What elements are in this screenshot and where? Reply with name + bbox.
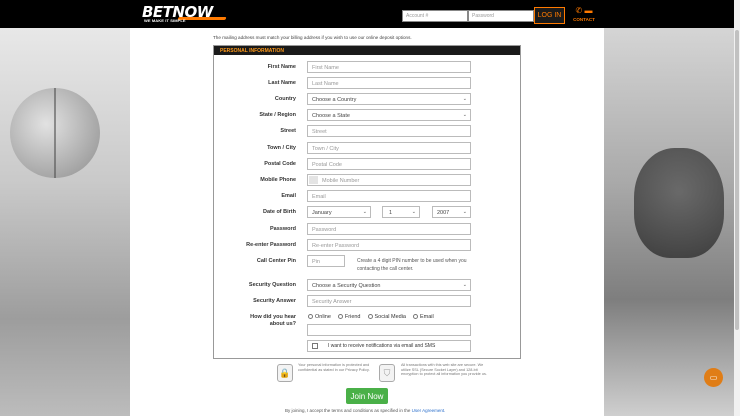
street-input[interactable]: Street bbox=[307, 125, 471, 137]
chevron-down-icon: ⌄ bbox=[362, 209, 367, 215]
state-select[interactable]: Choose a State ⌄ bbox=[307, 109, 471, 121]
basketball-image bbox=[10, 88, 100, 178]
first-name-label: First Name bbox=[267, 64, 296, 70]
last-name-label: Last Name bbox=[268, 80, 296, 86]
account-number-input[interactable]: Account # bbox=[402, 10, 468, 22]
state-label: State / Region bbox=[259, 112, 296, 118]
pin-help-text: Create a 4 digit PIN number to be used w… bbox=[357, 258, 467, 272]
radio-label: Social Media bbox=[374, 314, 407, 320]
dob-year-value: 2007 bbox=[437, 210, 450, 216]
reenter-password-label: Re-enter Password bbox=[246, 242, 296, 248]
radio-circle bbox=[308, 314, 313, 320]
country-flag-selector[interactable] bbox=[309, 176, 318, 184]
country-label: Country bbox=[274, 96, 296, 102]
password-field[interactable]: Password bbox=[307, 223, 471, 235]
terms-text: By joining, I accept the terms and condi… bbox=[285, 408, 445, 413]
security-question-label: Security Question bbox=[248, 282, 296, 288]
live-chat-button[interactable]: ▭ bbox=[704, 368, 723, 387]
mobile-placeholder: Mobile Number bbox=[322, 178, 360, 184]
postal-code-input[interactable]: Postal Code bbox=[307, 158, 471, 170]
brand-tagline: WE MAKE IT SIMPLE bbox=[144, 18, 186, 23]
address-notice: The mailing address must match your bill… bbox=[213, 35, 412, 40]
pin-input[interactable]: Pin bbox=[307, 255, 345, 267]
security-answer-input[interactable]: Security Answer bbox=[307, 295, 471, 307]
first-name-input[interactable]: First Name bbox=[307, 61, 471, 73]
chat-icon: ▬ bbox=[584, 6, 593, 15]
contact-button[interactable]: ✆ ▬ CONTACT bbox=[571, 6, 597, 26]
football-player-image bbox=[634, 148, 724, 258]
lock-icon: 🔒 bbox=[277, 364, 293, 382]
radio-circle bbox=[337, 314, 343, 320]
country-value: Choose a Country bbox=[312, 97, 357, 103]
page-scrollbar[interactable] bbox=[734, 0, 740, 416]
mobile-phone-input[interactable]: Mobile Number bbox=[307, 174, 471, 186]
chevron-down-icon: ⌄ bbox=[462, 209, 467, 215]
top-navigation-bar: BETNOW WE MAKE IT SIMPLE Account # Passw… bbox=[0, 0, 740, 28]
join-now-button[interactable]: Join Now bbox=[346, 388, 388, 404]
chevron-down-icon: ⌄ bbox=[462, 112, 467, 118]
radio-social-media[interactable]: Social Media bbox=[367, 314, 407, 320]
contact-label: CONTACT bbox=[573, 17, 595, 22]
pin-label: Call Center Pin bbox=[256, 258, 296, 264]
dob-month-value: January bbox=[312, 210, 332, 216]
hear-about-options: Online Friend Social Media Email bbox=[308, 314, 434, 320]
radio-email[interactable]: Email bbox=[413, 314, 434, 320]
country-select[interactable]: Choose a Country ⌄ bbox=[307, 93, 471, 105]
right-background-image bbox=[604, 28, 740, 416]
notifications-row[interactable]: I want to receive notifications via emai… bbox=[307, 340, 471, 352]
radio-friend[interactable]: Friend bbox=[337, 314, 361, 320]
radio-circle bbox=[413, 314, 418, 320]
ssl-note: All transactions with this web site are … bbox=[401, 363, 487, 377]
reenter-password-field[interactable]: Re-enter Password bbox=[307, 239, 471, 251]
notifications-checkbox[interactable] bbox=[312, 343, 318, 349]
security-question-value: Choose a Security Question bbox=[312, 283, 381, 289]
dob-label: Date of Birth bbox=[263, 209, 296, 215]
hear-about-details-input[interactable] bbox=[307, 324, 471, 336]
phone-icon: ✆ bbox=[575, 6, 583, 15]
security-question-select[interactable]: Choose a Security Question ⌄ bbox=[307, 279, 471, 291]
user-agreement-link[interactable]: User Agreement. bbox=[412, 408, 446, 413]
betnow-logo[interactable]: BETNOW WE MAKE IT SIMPLE bbox=[142, 3, 227, 25]
scrollbar-thumb[interactable] bbox=[735, 30, 739, 330]
hear-about-label-1: How did you hear bbox=[250, 314, 296, 320]
chat-icon: ▭ bbox=[709, 373, 718, 382]
state-value: Choose a State bbox=[312, 113, 350, 119]
email-label: Email bbox=[281, 193, 296, 199]
radio-label: Friend bbox=[344, 314, 361, 320]
password-input[interactable]: Password bbox=[468, 10, 534, 22]
radio-circle bbox=[367, 314, 373, 320]
mobile-phone-label: Mobile Phone bbox=[260, 177, 296, 183]
security-answer-label: Security Answer bbox=[253, 298, 296, 304]
notifications-label: I want to receive notifications via emai… bbox=[328, 343, 436, 349]
town-input[interactable]: Town / City bbox=[307, 142, 471, 154]
section-title: PERSONAL INFORMATION bbox=[214, 46, 520, 55]
dob-year-select[interactable]: 2007 ⌄ bbox=[432, 206, 471, 218]
postal-code-label: Postal Code bbox=[264, 161, 296, 167]
privacy-note: Your personal information is protected a… bbox=[298, 363, 370, 372]
terms-sentence: By joining, I accept the terms and condi… bbox=[285, 408, 411, 413]
last-name-input[interactable]: Last Name bbox=[307, 77, 471, 89]
radio-online[interactable]: Online bbox=[308, 314, 331, 320]
hear-about-label-2: about us? bbox=[269, 321, 296, 327]
login-button[interactable]: LOG IN bbox=[534, 7, 565, 24]
chevron-down-icon: ⌄ bbox=[462, 96, 467, 102]
dob-month-select[interactable]: January ⌄ bbox=[307, 206, 371, 218]
town-label: Town / City bbox=[267, 145, 296, 151]
chevron-down-icon: ⌄ bbox=[411, 209, 416, 215]
radio-label: Email bbox=[420, 314, 434, 320]
dob-day-select[interactable]: 1 ⌄ bbox=[382, 206, 420, 218]
left-background-image bbox=[0, 28, 130, 416]
dob-day-value: 1 bbox=[389, 210, 393, 216]
shield-icon: ⛉ bbox=[379, 364, 395, 382]
street-label: Street bbox=[280, 128, 296, 134]
chevron-down-icon: ⌄ bbox=[462, 282, 467, 288]
email-input[interactable]: Email bbox=[307, 190, 471, 202]
password-label: Password bbox=[270, 226, 296, 232]
radio-label: Online bbox=[315, 314, 331, 320]
